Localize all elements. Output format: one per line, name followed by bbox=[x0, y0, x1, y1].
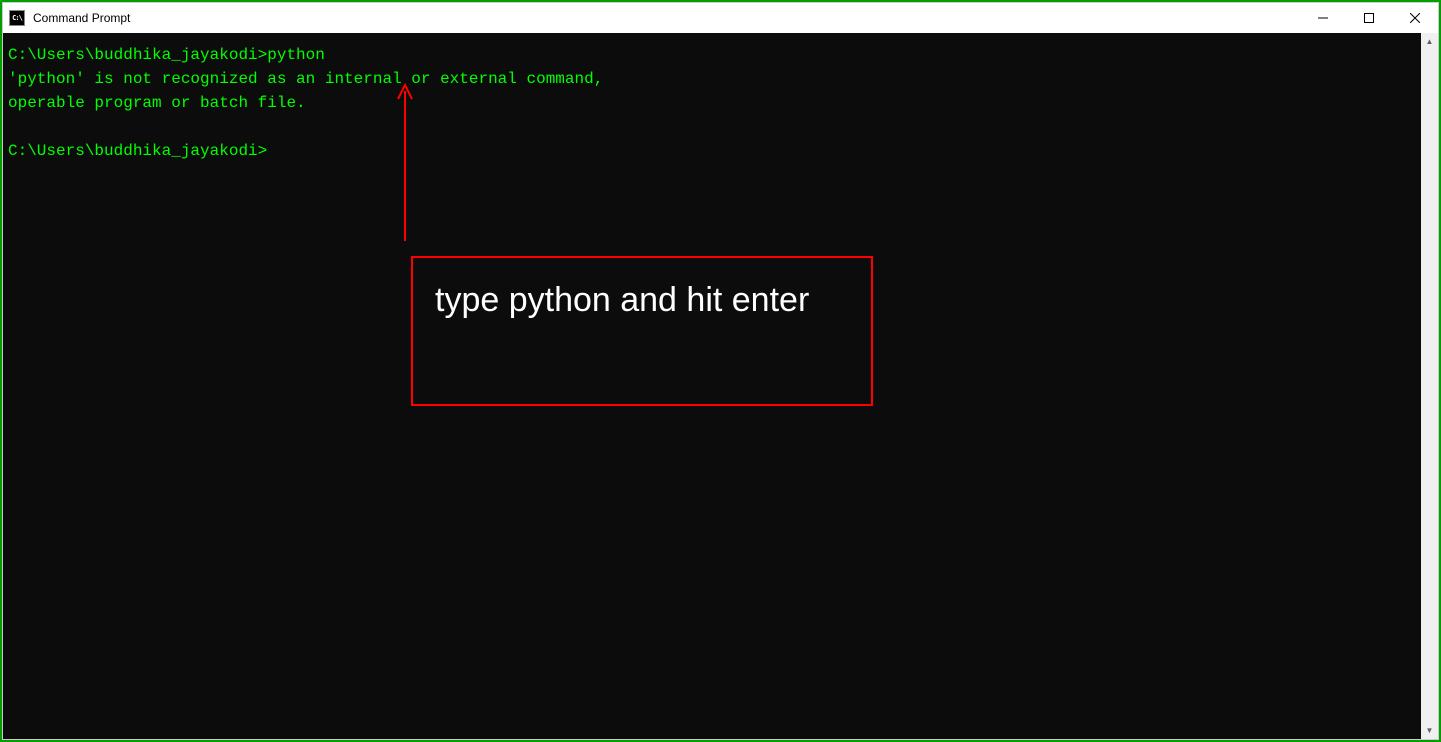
window-title: Command Prompt bbox=[33, 11, 130, 25]
output-line: 'python' is not recognized as an interna… bbox=[8, 67, 1421, 91]
scroll-track[interactable] bbox=[1421, 50, 1438, 722]
annotation-text: type python and hit enter bbox=[435, 281, 809, 319]
output-line bbox=[8, 115, 1421, 139]
window-controls bbox=[1300, 3, 1438, 33]
titlebar[interactable]: Command Prompt bbox=[3, 3, 1438, 33]
command-prompt-window: Command Prompt C:\Users\buddhika_jayakod… bbox=[2, 2, 1439, 740]
output-line: C:\Users\buddhika_jayakodi> bbox=[8, 139, 1421, 163]
terminal-output[interactable]: C:\Users\buddhika_jayakodi>python 'pytho… bbox=[3, 33, 1421, 739]
command-input: python bbox=[267, 46, 325, 64]
minimize-button[interactable] bbox=[1300, 3, 1346, 33]
annotation-callout: type python and hit enter bbox=[411, 256, 873, 406]
output-line: operable program or batch file. bbox=[8, 91, 1421, 115]
cmd-icon bbox=[9, 10, 25, 26]
content-area: C:\Users\buddhika_jayakodi>python 'pytho… bbox=[3, 33, 1438, 739]
output-line: C:\Users\buddhika_jayakodi>python bbox=[8, 43, 1421, 67]
vertical-scrollbar[interactable]: ▲ ▼ bbox=[1421, 33, 1438, 739]
close-button[interactable] bbox=[1392, 3, 1438, 33]
maximize-button[interactable] bbox=[1346, 3, 1392, 33]
scroll-up-arrow-icon[interactable]: ▲ bbox=[1421, 33, 1438, 50]
prompt: C:\Users\buddhika_jayakodi> bbox=[8, 46, 267, 64]
prompt: C:\Users\buddhika_jayakodi> bbox=[8, 142, 267, 160]
scroll-down-arrow-icon[interactable]: ▼ bbox=[1421, 722, 1438, 739]
